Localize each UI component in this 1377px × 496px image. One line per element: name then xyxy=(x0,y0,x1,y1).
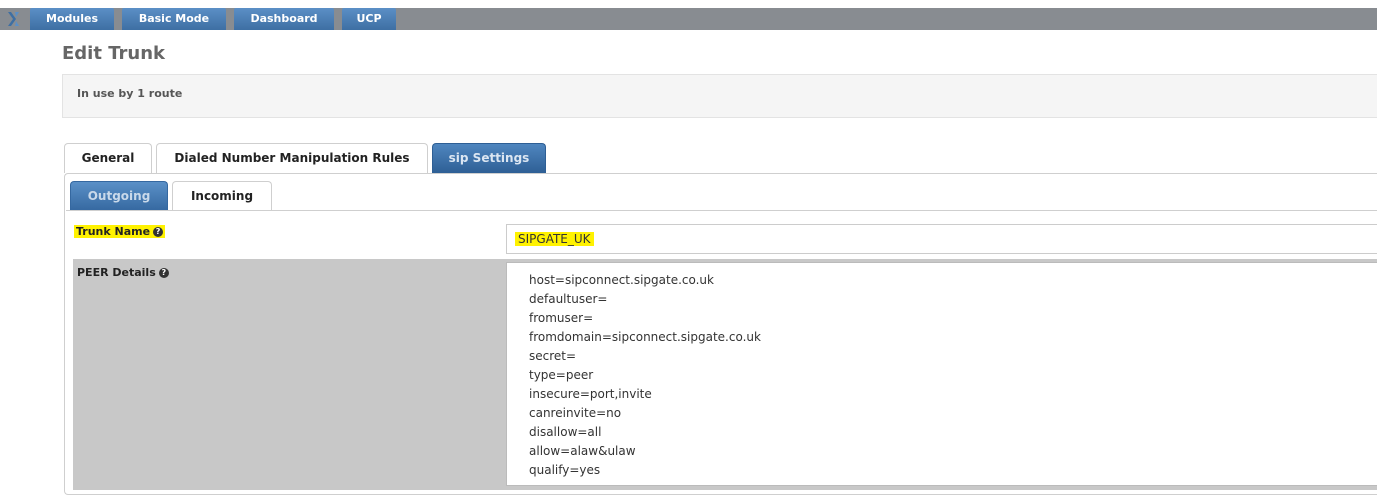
trunk-name-value: SIPGATE_UK xyxy=(515,232,594,246)
peer-line: insecure=port,invite xyxy=(529,387,652,401)
subtab-outgoing[interactable]: Outgoing xyxy=(70,181,168,211)
peer-details-textarea[interactable]: host=sipconnect.sipgate.co.uk defaultuse… xyxy=(506,262,1377,486)
help-icon[interactable]: ? xyxy=(158,268,169,278)
usage-info-box: In use by 1 route xyxy=(62,74,1377,118)
peer-line: fromdomain=sipconnect.sipgate.co.uk xyxy=(529,330,761,344)
peer-line: disallow=all xyxy=(529,425,602,439)
trunk-name-input[interactable]: SIPGATE_UK xyxy=(506,224,1377,254)
trunk-name-label-text: Trunk Name xyxy=(76,225,151,238)
peer-line: fromuser= xyxy=(529,311,594,325)
nav-ucp-button[interactable]: UCP xyxy=(342,8,396,30)
tab-sip-settings[interactable]: sip Settings xyxy=(432,143,546,173)
nav-basic-mode-button[interactable]: Basic Mode xyxy=(122,8,226,30)
usage-text: In use by 1 route xyxy=(77,87,183,100)
tab-general[interactable]: General xyxy=(64,143,152,173)
subtab-incoming[interactable]: Incoming xyxy=(172,181,272,211)
peer-line: allow=alaw&ulaw xyxy=(529,444,636,458)
nav-modules-button[interactable]: Modules xyxy=(30,8,114,30)
help-icon[interactable]: ? xyxy=(153,227,164,237)
tab-dialed-number-manipulation-rules[interactable]: Dialed Number Manipulation Rules xyxy=(156,143,428,173)
peer-line: qualify=yes xyxy=(529,463,601,477)
peer-line: secret= xyxy=(529,349,577,363)
peer-details-label-text: PEER Details xyxy=(77,266,156,279)
top-nav-bar: Modules Basic Mode Dashboard UCP xyxy=(0,8,1377,30)
nav-dashboard-button[interactable]: Dashboard xyxy=(234,8,334,30)
peer-line: type=peer xyxy=(529,368,594,382)
peer-line: host=sipconnect.sipgate.co.uk xyxy=(529,273,714,287)
peer-line: canreinvite=no xyxy=(529,406,622,420)
trunk-name-label: Trunk Name? xyxy=(74,225,166,238)
app-logo-icon[interactable] xyxy=(4,8,22,30)
peer-details-label: PEER Details? xyxy=(77,266,169,279)
page-title: Edit Trunk xyxy=(62,43,165,64)
subtab-divider xyxy=(66,210,1377,211)
peer-line: defaultuser= xyxy=(529,292,608,306)
